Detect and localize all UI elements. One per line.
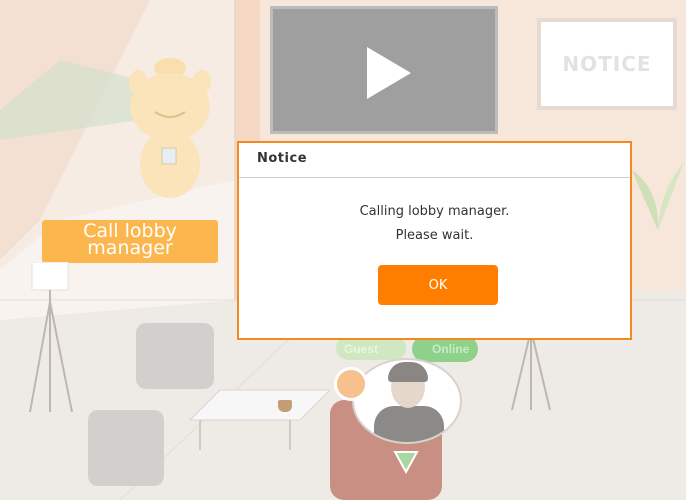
dialog-message-line: Calling lobby manager.	[359, 204, 510, 219]
dialog-message: Calling lobby manager. Please wait.	[239, 200, 630, 248]
dialog-title: Notice	[239, 143, 630, 178]
dialog-message-line: Please wait.	[395, 228, 474, 243]
ok-button[interactable]: OK	[378, 265, 498, 305]
notice-dialog: Notice Calling lobby manager. Please wai…	[237, 141, 632, 340]
